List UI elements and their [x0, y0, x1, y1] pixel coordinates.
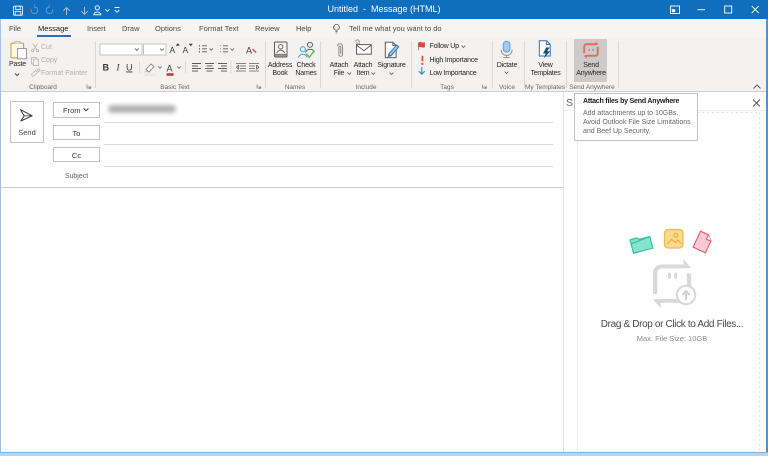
- svg-text:B: B: [103, 63, 110, 73]
- svg-text:A: A: [183, 45, 189, 55]
- svg-text:I: I: [116, 63, 121, 73]
- svg-text:A: A: [246, 46, 252, 56]
- svg-text:A: A: [170, 45, 176, 55]
- svg-text:A: A: [167, 64, 173, 74]
- svg-text:U: U: [126, 63, 133, 73]
